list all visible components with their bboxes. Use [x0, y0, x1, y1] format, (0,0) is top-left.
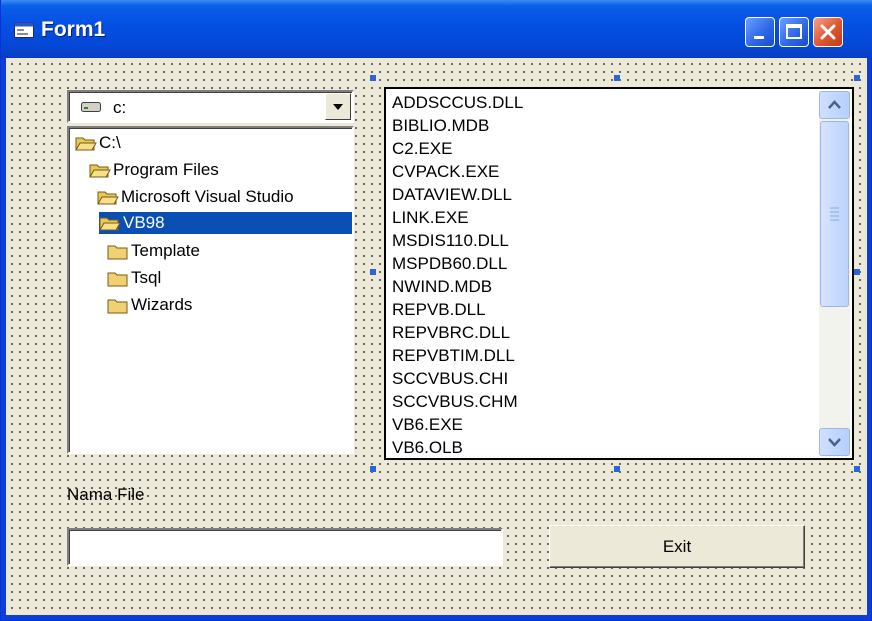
- form-icon: [14, 22, 34, 38]
- exit-button[interactable]: Exit: [549, 525, 805, 568]
- file-item[interactable]: REPVBRC.DLL: [392, 322, 510, 345]
- sizing-handle[interactable]: [370, 466, 376, 472]
- sizing-handle[interactable]: [370, 269, 376, 275]
- file-item[interactable]: VB6.EXE: [392, 414, 463, 437]
- maximize-icon: [786, 24, 802, 39]
- open-folder-icon: [99, 217, 121, 231]
- chevron-down-icon: [333, 104, 343, 110]
- file-item[interactable]: C2.EXE: [392, 138, 452, 161]
- sizing-handle[interactable]: [854, 75, 860, 81]
- vertical-scrollbar[interactable]: [819, 91, 850, 456]
- drive-dropdown-button[interactable]: [325, 93, 351, 120]
- form-client-area: c: C:\ Program Files Microsoft Visual St…: [6, 58, 867, 615]
- file-item[interactable]: DATAVIEW.DLL: [392, 184, 512, 207]
- maximize-button[interactable]: [779, 17, 809, 47]
- dir-item-label: C:\: [99, 133, 121, 152]
- sizing-handle[interactable]: [854, 466, 860, 472]
- open-folder-icon: [75, 137, 97, 151]
- file-item[interactable]: SCCVBUS.CHI: [392, 368, 508, 391]
- close-button[interactable]: [813, 17, 843, 47]
- dir-item-c-root[interactable]: C:\: [75, 132, 165, 154]
- nama-file-input[interactable]: [67, 528, 503, 566]
- dir-item-template[interactable]: Template: [107, 240, 247, 262]
- dir-item-label: Microsoft Visual Studio: [121, 187, 294, 206]
- title-bar[interactable]: Form1: [1, 0, 872, 58]
- file-item[interactable]: MSDIS110.DLL: [392, 230, 509, 253]
- nama-file-label: Nama File: [67, 485, 145, 504]
- file-item[interactable]: BIBLIO.MDB: [392, 115, 489, 138]
- dir-item-label: Program Files: [113, 160, 219, 179]
- file-item[interactable]: SCCVBUS.CHM: [392, 391, 518, 414]
- scroll-up-button[interactable]: [819, 91, 850, 119]
- sizing-handle[interactable]: [614, 75, 620, 81]
- sizing-handle[interactable]: [370, 75, 376, 81]
- file-item[interactable]: LINK.EXE: [392, 207, 469, 230]
- file-item[interactable]: CVPACK.EXE: [392, 161, 499, 184]
- dir-item-label: VB98: [123, 213, 165, 232]
- dir-item-microsoft-visual-studio[interactable]: Microsoft Visual Studio: [97, 186, 347, 208]
- file-item[interactable]: REPVB.DLL: [392, 299, 486, 322]
- scroll-down-button[interactable]: [819, 428, 850, 456]
- file-item[interactable]: MSPDB60.DLL: [392, 253, 507, 276]
- drive-icon: [81, 102, 101, 112]
- open-folder-icon: [97, 191, 119, 205]
- dir-item-label: Tsql: [131, 268, 162, 287]
- minimize-icon: [754, 36, 764, 39]
- dir-item-vb98[interactable]: VB98: [99, 212, 352, 234]
- directory-list[interactable]: C:\ Program Files Microsoft Visual Studi…: [67, 126, 354, 454]
- sizing-handle[interactable]: [854, 269, 860, 275]
- dir-item-wizards[interactable]: Wizards: [107, 294, 247, 316]
- window-title: Form1: [41, 18, 106, 41]
- scroll-thumb[interactable]: [820, 121, 849, 307]
- file-item[interactable]: REPVBTIM.DLL: [392, 345, 515, 368]
- open-folder-icon: [89, 164, 111, 178]
- minimize-button[interactable]: [745, 17, 775, 47]
- drive-combo[interactable]: c:: [67, 90, 354, 123]
- chevron-up-icon: [828, 100, 841, 109]
- chevron-down-icon: [828, 438, 841, 447]
- dir-item-label: Wizards: [131, 295, 193, 314]
- folder-icon: [107, 245, 128, 260]
- close-icon: [820, 24, 836, 40]
- folder-icon: [107, 299, 128, 314]
- file-list[interactable]: ADDSCCUS.DLL BIBLIO.MDB C2.EXE CVPACK.EX…: [384, 87, 854, 460]
- dir-item-program-files[interactable]: Program Files: [89, 159, 269, 181]
- grip-icon: [830, 207, 839, 221]
- file-item[interactable]: NWIND.MDB: [392, 276, 492, 299]
- file-item[interactable]: VB6.OLB: [392, 437, 463, 460]
- folder-icon: [107, 272, 128, 287]
- dir-item-tsql[interactable]: Tsql: [107, 267, 247, 289]
- file-item[interactable]: ADDSCCUS.DLL: [392, 92, 523, 115]
- form1-window: Form1 c: C:\ Program Files Microsoft Vis…: [0, 0, 872, 621]
- dir-item-label: Template: [131, 241, 200, 260]
- drive-selected-text: c:: [113, 98, 127, 117]
- sizing-handle[interactable]: [614, 466, 620, 472]
